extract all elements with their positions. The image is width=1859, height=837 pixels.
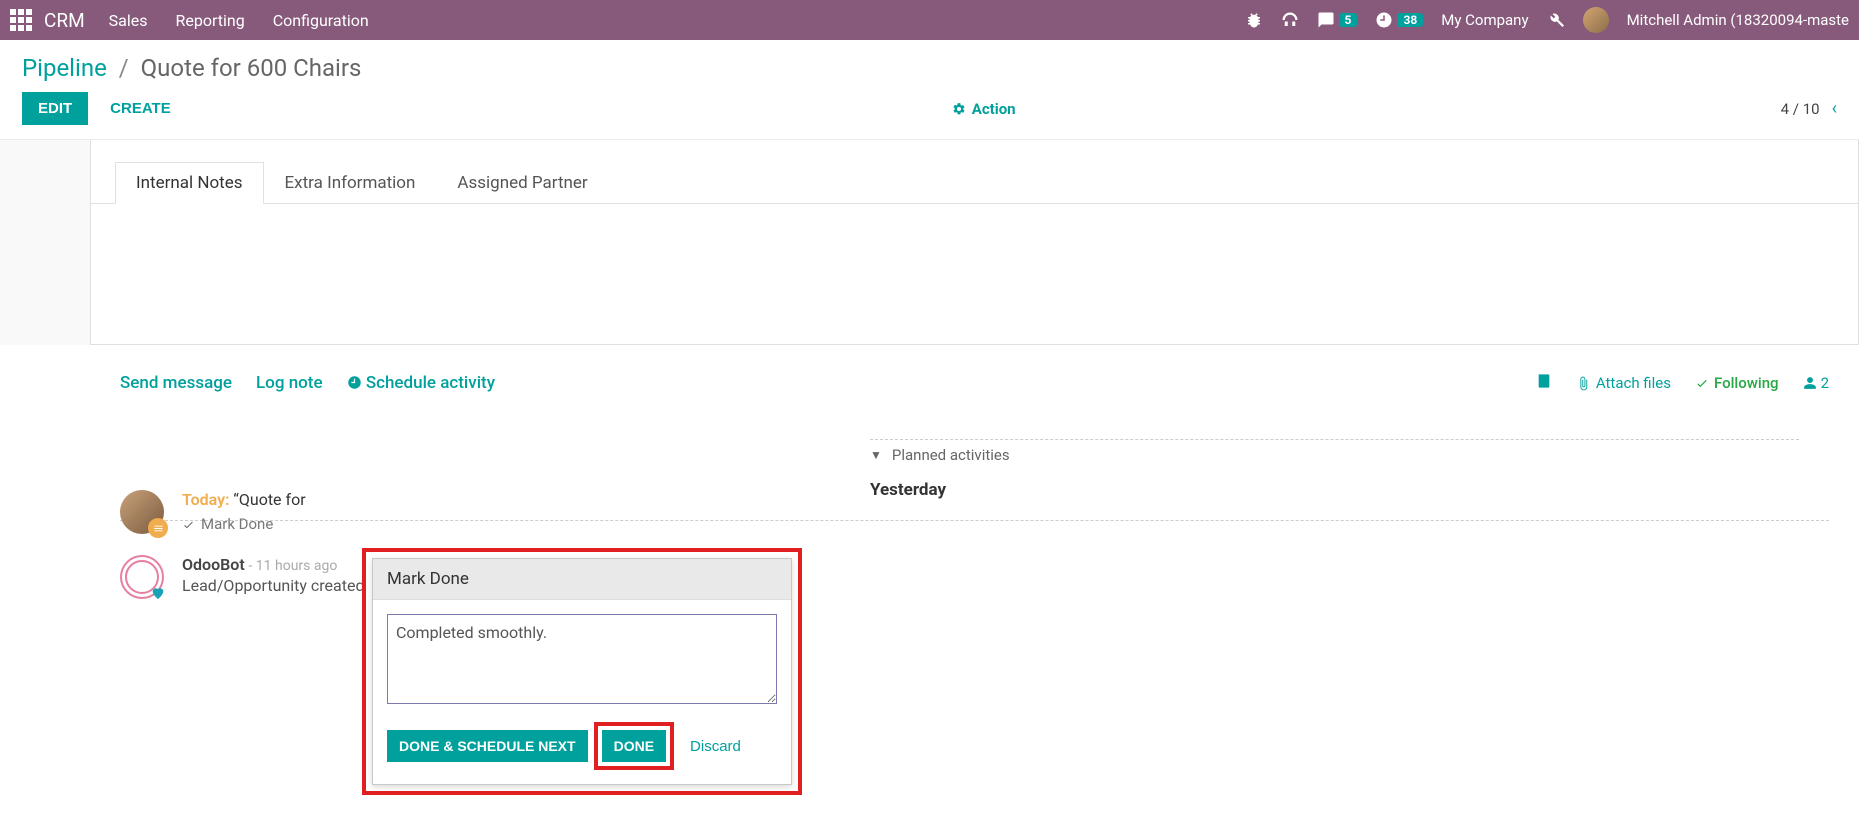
breadcrumb-root[interactable]: Pipeline [22, 54, 107, 82]
messages-icon [1317, 11, 1335, 29]
mark-done-popover-highlight: Mark Done DONE & SCHEDULE NEXT DONE Disc… [362, 548, 802, 795]
activities-button[interactable]: 38 [1375, 11, 1423, 29]
breadcrumb-leaf: Quote for 600 Chairs [141, 54, 362, 82]
tab-bar: Internal Notes Extra Information Assigne… [91, 140, 1858, 204]
nav-configuration[interactable]: Configuration [273, 11, 369, 30]
company-name[interactable]: My Company [1441, 11, 1528, 29]
book-icon[interactable] [1536, 373, 1552, 393]
pager-text[interactable]: 4 / 10 [1781, 100, 1820, 118]
pager-prev[interactable]: ‹ [1832, 98, 1837, 119]
action-dropdown[interactable]: Action [952, 100, 1016, 118]
done-schedule-next-button[interactable]: DONE & SCHEDULE NEXT [387, 730, 588, 762]
clock-badge: 38 [1397, 13, 1423, 27]
caret-down-icon: ▼ [870, 448, 882, 462]
heart-icon [150, 585, 166, 601]
messages-badge: 5 [1339, 13, 1358, 27]
user-icon [1803, 376, 1817, 390]
planned-activities-header[interactable]: ▼ Planned activities [870, 439, 1799, 464]
today-label: Today: [182, 490, 229, 509]
done-button-highlight: DONE [594, 722, 674, 770]
schedule-activity-button[interactable]: Schedule activity [347, 373, 495, 393]
pager: 4 / 10 ‹ [1781, 98, 1837, 119]
gear-icon [952, 102, 966, 116]
chatter: Send message Log note Schedule activity … [90, 345, 1859, 627]
popover-title: Mark Done [373, 559, 791, 600]
phone-icon[interactable] [1281, 11, 1299, 29]
log-note-button[interactable]: Log note [256, 373, 323, 393]
tab-content [91, 204, 1858, 344]
message-time: - 11 hours ago [248, 558, 337, 574]
nav-links: Sales Reporting Configuration [109, 11, 369, 30]
action-label: Action [972, 100, 1016, 118]
wrench-icon[interactable] [1547, 11, 1565, 29]
activity-today-row: Today: “Quote for Mark Done [120, 490, 1829, 534]
message-body: Lead/Opportunity created [182, 576, 364, 595]
tab-assigned-partner[interactable]: Assigned Partner [436, 162, 608, 203]
send-message-button[interactable]: Send message [120, 373, 232, 393]
mark-done-popover: Mark Done DONE & SCHEDULE NEXT DONE Disc… [372, 558, 792, 785]
clock-icon [1375, 11, 1393, 29]
app-brand[interactable]: CRM [44, 9, 85, 32]
bug-icon[interactable] [1245, 11, 1263, 29]
message-author[interactable]: OdooBot [182, 555, 245, 574]
paperclip-icon [1576, 376, 1591, 391]
user-name[interactable]: Mitchell Admin (18320094-maste [1627, 11, 1849, 29]
tab-extra-information[interactable]: Extra Information [264, 162, 437, 203]
control-bar: EDIT CREATE Action 4 / 10 ‹ [0, 82, 1859, 140]
check-small-icon [182, 518, 195, 531]
nav-reporting[interactable]: Reporting [176, 11, 245, 30]
feedback-textarea[interactable] [387, 614, 777, 704]
form-sheet: Internal Notes Extra Information Assigne… [90, 140, 1859, 345]
check-icon [1695, 376, 1709, 390]
following-button[interactable]: Following [1695, 374, 1779, 392]
discard-button[interactable]: Discard [684, 730, 747, 763]
breadcrumb-separator: / [119, 54, 129, 82]
messages-button[interactable]: 5 [1317, 11, 1358, 29]
activity-type-badge [148, 518, 168, 538]
followers-count[interactable]: 2 [1803, 374, 1829, 392]
today-summary: “Quote for [233, 490, 305, 509]
create-button[interactable]: CREATE [94, 92, 187, 125]
tab-internal-notes[interactable]: Internal Notes [115, 162, 264, 204]
activity-avatar [120, 490, 164, 534]
breadcrumb: Pipeline / Quote for 600 Chairs [22, 54, 1837, 82]
edit-button[interactable]: EDIT [22, 92, 88, 125]
attach-files-button[interactable]: Attach files [1576, 374, 1671, 392]
done-button[interactable]: DONE [602, 730, 666, 762]
nav-sales[interactable]: Sales [109, 11, 148, 30]
user-avatar[interactable] [1583, 7, 1609, 33]
clock-small-icon [347, 375, 362, 390]
mark-done-link[interactable]: Mark Done [182, 515, 306, 533]
apps-icon[interactable] [10, 9, 32, 31]
top-navbar: CRM Sales Reporting Configuration 5 38 M… [0, 0, 1859, 40]
